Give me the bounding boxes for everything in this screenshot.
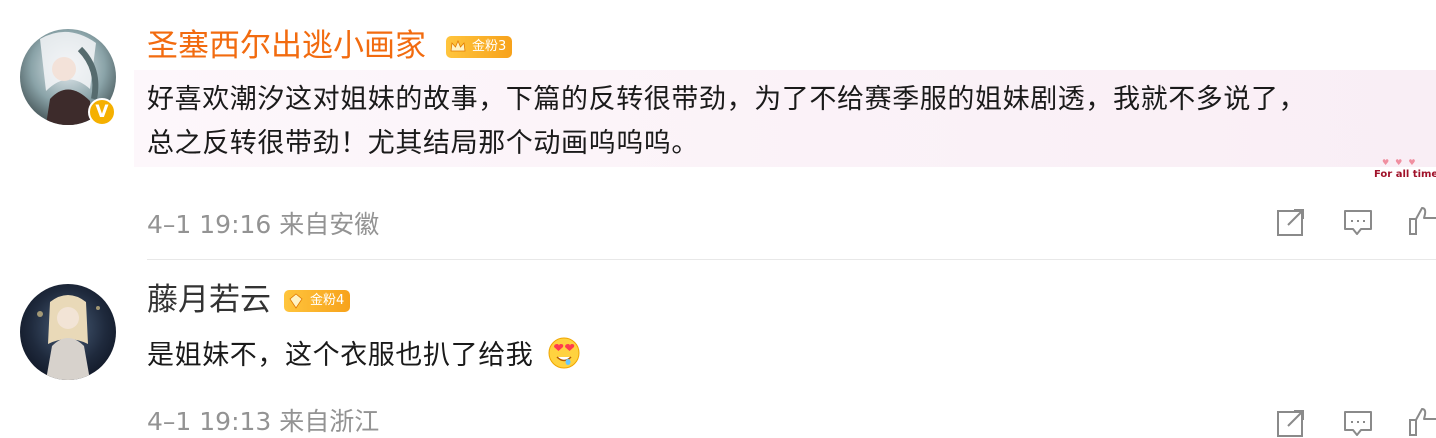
like-icon[interactable] — [1408, 205, 1436, 235]
comment-meta: 4–1 19:13 来自浙江 — [147, 407, 380, 436]
badge-label: 金粉4 — [310, 293, 345, 308]
comment-item: V 圣塞西尔出逃小画家 金粉3 ♥♥♥ For all time 好喜欢潮汐这对… — [0, 0, 1436, 260]
share-icon[interactable] — [1276, 408, 1306, 438]
bubble-tag: For all time — [1374, 169, 1436, 180]
heart-eyes-emoji-icon — [548, 337, 580, 369]
crown-icon — [450, 39, 466, 52]
comment-text-content: 是姐妹不，这个衣服也扒了给我 — [147, 340, 534, 371]
bubble-decoration: ♥♥♥ — [1382, 158, 1422, 167]
comment-item: 藤月若云 金粉4 是姐妹不，这个衣服也扒了给我 4–1 19:13 来自浙江 — [0, 260, 1436, 437]
like-icon[interactable] — [1408, 406, 1436, 436]
comment-icon[interactable] — [1343, 207, 1373, 237]
avatar[interactable] — [20, 284, 116, 380]
badge-label: 金粉3 — [472, 39, 507, 54]
comment-text: 是姐妹不，这个衣服也扒了给我 — [147, 336, 581, 375]
share-icon[interactable] — [1276, 207, 1306, 237]
verified-badge-icon: V — [88, 98, 116, 126]
fan-level-badge[interactable]: 金粉4 — [284, 290, 351, 312]
gem-icon — [289, 293, 303, 309]
comment-text-line: 好喜欢潮汐这对姐妹的故事，下篇的反转很带劲，为了不给赛季服的姐妹剧透，我就不多说… — [147, 84, 1307, 115]
fan-level-badge[interactable]: 金粉3 — [446, 36, 513, 58]
comment-icon[interactable] — [1343, 408, 1373, 438]
username[interactable]: 藤月若云 — [147, 280, 271, 320]
comment-text-line: 总之反转很带劲！尤其结局那个动画呜呜呜。 — [147, 128, 699, 159]
comment-meta: 4–1 19:16 来自安徽 — [147, 210, 380, 239]
username[interactable]: 圣塞西尔出逃小画家 — [147, 26, 426, 66]
